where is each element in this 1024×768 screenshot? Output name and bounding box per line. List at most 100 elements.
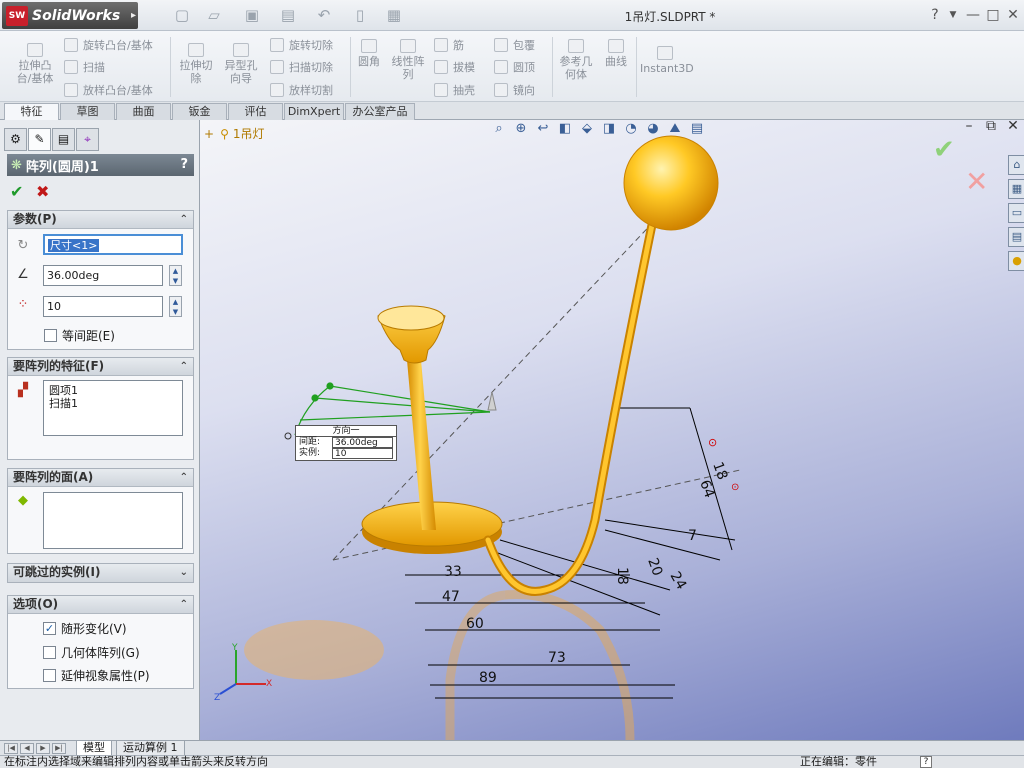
tab-model[interactable]: 模型 bbox=[76, 741, 112, 756]
angle-field[interactable]: 36.00deg bbox=[43, 265, 163, 286]
tab-features[interactable]: 特征 bbox=[4, 103, 59, 121]
pattern-axis-field[interactable]: 尺寸<1> bbox=[43, 234, 183, 255]
open-icon[interactable]: ▱ bbox=[200, 6, 228, 26]
list-item[interactable]: 圆项1 bbox=[49, 384, 177, 397]
minimize-button[interactable]: — bbox=[964, 6, 982, 24]
tab-dimxpert[interactable]: DimXpert bbox=[284, 103, 344, 120]
display-style-icon[interactable]: ◨ bbox=[598, 120, 620, 140]
draft-button[interactable]: 拔模 bbox=[434, 59, 475, 75]
dimension-value[interactable]: 73 bbox=[548, 650, 566, 666]
pattern-callout[interactable]: 方向一 间距: 36.00deg 实例: 10 bbox=[295, 425, 397, 461]
status-help-icon[interactable]: ? bbox=[920, 756, 932, 768]
wrap-button[interactable]: 包覆 bbox=[494, 37, 535, 53]
linear-pattern-button[interactable]: 线性阵 列 bbox=[388, 39, 428, 81]
save-icon[interactable]: ▣ bbox=[238, 6, 266, 26]
dimension-value[interactable]: 20 bbox=[644, 556, 665, 578]
hole-wizard-button[interactable]: 异型孔 向导 bbox=[221, 43, 261, 85]
dimension-value[interactable]: 64 bbox=[696, 478, 717, 500]
revolve-boss-button[interactable]: 旋转凸台/基体 bbox=[64, 37, 153, 53]
next-tab-arrow-icon[interactable]: ▶ bbox=[36, 743, 50, 754]
instant3d-button[interactable]: Instant3D bbox=[640, 46, 694, 75]
view-settings-icon[interactable]: ▤ bbox=[686, 120, 708, 140]
faces-list[interactable] bbox=[43, 492, 183, 549]
curves-button[interactable]: 曲线 bbox=[600, 39, 632, 68]
tab-sketch[interactable]: 草图 bbox=[60, 103, 115, 120]
file-explorer-icon[interactable]: ▭ bbox=[1008, 203, 1024, 223]
instances-field[interactable]: 10 bbox=[43, 296, 163, 317]
appearances-icon[interactable]: ● bbox=[1008, 251, 1024, 271]
dimxpert-manager-tab[interactable]: ⌖ bbox=[76, 128, 99, 151]
hide-show-icon[interactable]: ◔ bbox=[620, 120, 642, 140]
equal-spacing-checkbox[interactable]: 等间距(E) bbox=[44, 327, 115, 344]
dimension-value[interactable]: 18 bbox=[614, 567, 630, 585]
fillet-button[interactable]: 圆角 bbox=[354, 39, 384, 68]
geometry-follow-checkbox[interactable]: ✓ 随形变化(V) bbox=[43, 620, 127, 637]
extrude-cut-button[interactable]: 拉伸切 除 bbox=[176, 43, 216, 85]
previous-view-icon[interactable]: ↩ bbox=[532, 120, 554, 140]
help-dropdown-icon[interactable]: ▼ bbox=[944, 6, 962, 24]
propagate-visual-box[interactable] bbox=[43, 669, 56, 682]
reference-geometry-button[interactable]: 参考几 何体 bbox=[556, 39, 596, 81]
revolve-cut-button[interactable]: 旋转切除 bbox=[270, 37, 333, 53]
dimension-value[interactable]: 89 bbox=[479, 670, 497, 686]
maximize-button[interactable]: □ bbox=[984, 6, 1002, 24]
feature-manager-tab[interactable]: ⚙ bbox=[4, 128, 27, 151]
tab-sheet-metal[interactable]: 钣金 bbox=[172, 103, 227, 120]
edit-appearance-icon[interactable]: ◕ bbox=[642, 120, 664, 140]
angle-spinner[interactable]: ▲ ▼ bbox=[169, 265, 182, 286]
first-tab-arrow-icon[interactable]: |◀ bbox=[4, 743, 18, 754]
last-tab-arrow-icon[interactable]: ▶| bbox=[52, 743, 66, 754]
viewport-restore-button[interactable]: ⧉ bbox=[982, 120, 1000, 134]
configuration-manager-tab[interactable]: ▤ bbox=[52, 128, 75, 151]
close-button[interactable]: ✕ bbox=[1004, 6, 1022, 24]
loft-cut-button[interactable]: 放样切割 bbox=[270, 82, 333, 98]
shell-button[interactable]: 抽壳 bbox=[434, 82, 475, 98]
tab-surfaces[interactable]: 曲面 bbox=[116, 103, 171, 120]
ok-button[interactable]: ✔ bbox=[10, 182, 23, 201]
propagate-visual-checkbox[interactable]: 延伸视象属性(P) bbox=[43, 667, 150, 684]
tab-office-products[interactable]: 办公室产品 bbox=[345, 103, 415, 120]
rebuild-icon[interactable]: ▯ bbox=[346, 6, 374, 26]
faces-to-pattern-header[interactable]: 要阵列的面(A) ⌃ bbox=[8, 469, 193, 487]
loft-boss-button[interactable]: 放样凸台/基体 bbox=[64, 82, 153, 98]
confirm-ok-icon[interactable]: ✔ bbox=[933, 135, 955, 165]
design-library-icon[interactable]: ▦ bbox=[1008, 179, 1024, 199]
help-icon[interactable]: ? bbox=[180, 157, 188, 172]
geometry-follow-box[interactable]: ✓ bbox=[43, 622, 56, 635]
expand-icon[interactable]: + bbox=[204, 127, 214, 141]
geometry-pattern-box[interactable] bbox=[43, 646, 56, 659]
dimension-value[interactable]: 7 bbox=[688, 528, 697, 544]
mirror-button[interactable]: 镜向 bbox=[494, 82, 535, 98]
lamp-ball[interactable] bbox=[623, 135, 719, 231]
section-view-icon[interactable]: ◧ bbox=[554, 120, 576, 140]
features-to-pattern-header[interactable]: 要阵列的特征(F) ⌃ bbox=[8, 358, 193, 376]
zoom-to-fit-icon[interactable]: ⌕ bbox=[488, 120, 510, 140]
geometry-pattern-checkbox[interactable]: 几何体阵列(G) bbox=[43, 644, 140, 661]
dimension-value[interactable]: 60 bbox=[466, 616, 484, 632]
sweep-button[interactable]: 扫描 bbox=[64, 59, 105, 75]
sweep-cut-button[interactable]: 扫描切除 bbox=[270, 59, 333, 75]
options-icon[interactable]: ▦ bbox=[380, 6, 408, 26]
dimension-value[interactable]: 47 bbox=[442, 589, 460, 605]
dimension-value[interactable]: 24 bbox=[667, 569, 690, 593]
instances-to-skip-header[interactable]: 可跳过的实例(I) ⌄ bbox=[8, 564, 193, 582]
rib-button[interactable]: 筋 bbox=[434, 37, 464, 53]
parameters-header[interactable]: 参数(P) ⌃ bbox=[8, 211, 193, 229]
apply-scene-icon[interactable]: ⛰ bbox=[664, 120, 686, 140]
options-header[interactable]: 选项(O) ⌃ bbox=[8, 596, 193, 614]
dimension-value[interactable]: 33 bbox=[444, 564, 462, 580]
new-document-icon[interactable]: ▢ bbox=[168, 6, 196, 26]
view-palette-icon[interactable]: ▤ bbox=[1008, 227, 1024, 247]
print-icon[interactable]: ▤ bbox=[274, 6, 302, 26]
confirm-cancel-icon[interactable]: ✕ bbox=[965, 165, 988, 198]
feature-tree-root[interactable]: + ⚲ 1吊灯 bbox=[204, 125, 265, 142]
instances-spinner[interactable]: ▲ ▼ bbox=[169, 296, 182, 317]
viewport-close-button[interactable]: ✕ bbox=[1004, 120, 1022, 134]
help-icon[interactable]: ? bbox=[926, 6, 944, 24]
callout-spacing-value[interactable]: 36.00deg bbox=[332, 437, 393, 448]
undo-icon[interactable]: ↶ bbox=[310, 6, 338, 26]
tab-motion-study[interactable]: 运动算例 1 bbox=[116, 741, 185, 756]
view-orientation-icon[interactable]: ⬙ bbox=[576, 120, 598, 140]
previous-tab-arrow-icon[interactable]: ◀ bbox=[20, 743, 34, 754]
viewport-minimize-button[interactable]: – bbox=[960, 120, 978, 134]
